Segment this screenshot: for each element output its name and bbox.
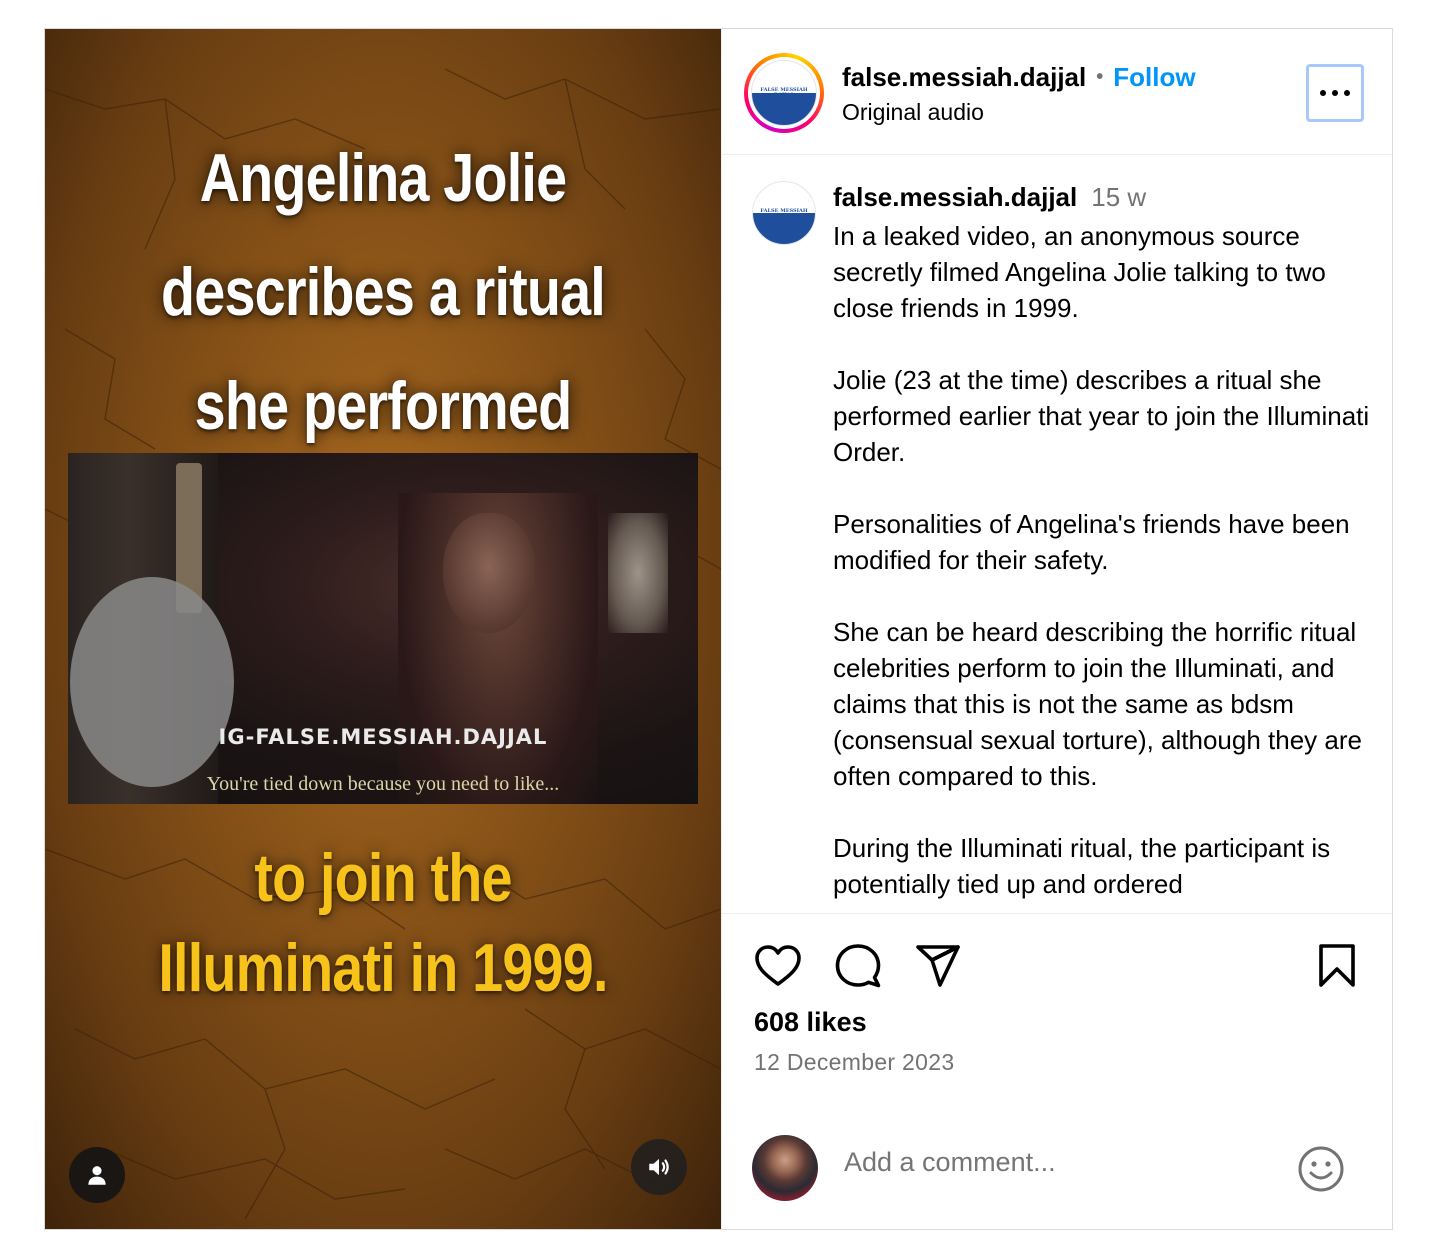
header-separator: • — [1096, 66, 1104, 88]
post-side-panel: FALSE MESSIAH DAJJAL false.messiah.dajja… — [721, 29, 1392, 1229]
header-user-line: false.messiah.dajjal • Follow — [842, 62, 1196, 93]
current-user-avatar — [752, 1135, 818, 1201]
tagged-users-button[interactable] — [69, 1147, 125, 1203]
add-comment-row — [722, 1129, 1392, 1209]
caption-paragraph: She can be heard describing the horrific… — [833, 617, 1362, 791]
emoji-button[interactable] — [1296, 1144, 1346, 1194]
blurred-face — [70, 577, 234, 787]
bookmark-icon — [1319, 944, 1355, 987]
caption-scroll-area[interactable]: FALSE MESSIAH DAJJAL false.messiah.dajja… — [722, 156, 1392, 912]
avatar-logo-text: FALSE MESSIAH DAJJAL — [760, 87, 808, 98]
caption-paragraph: Jolie (23 at the time) describes a ritua… — [833, 365, 1370, 467]
save-button[interactable] — [1311, 942, 1363, 990]
heart-icon — [755, 945, 801, 986]
caption-paragraph: Personalities of Angelina's friends have… — [833, 509, 1350, 575]
post-date[interactable]: 12 December 2023 — [754, 1049, 954, 1076]
caption-paragraph: In a leaked video, an anonymous source s… — [833, 221, 1326, 323]
send-icon — [916, 945, 960, 987]
clip-watermark: IG-FALSE.MESSIAH.DAJJAL — [218, 725, 548, 749]
more-horizontal-icon — [1320, 90, 1350, 96]
profile-avatar: FALSE MESSIAH DAJJAL — [751, 60, 817, 126]
sound-toggle-button[interactable] — [631, 1139, 687, 1195]
speaker-icon — [649, 1158, 669, 1176]
headline-line-3: she performed — [194, 368, 572, 444]
tagline-line-1: to join the — [254, 840, 512, 916]
user-icon — [88, 1166, 106, 1185]
caption-text: In a leaked video, an anonymous source s… — [833, 218, 1373, 912]
comment-icon — [835, 944, 881, 988]
story-ring-avatar[interactable]: FALSE MESSIAH DAJJAL — [744, 53, 824, 133]
reel-video[interactable]: Angelina Jolie describes a ritual she pe… — [45, 29, 721, 1229]
clip-subtitle: You're tied down because you need to lik… — [206, 773, 560, 795]
comment-input[interactable] — [844, 1147, 1264, 1178]
avatar-gap: FALSE MESSIAH DAJJAL — [748, 57, 820, 129]
caption-avatar[interactable]: FALSE MESSIAH DAJJAL — [752, 181, 816, 245]
headline-line-1: Angelina Jolie — [199, 140, 567, 216]
share-button[interactable] — [912, 942, 964, 990]
follow-button[interactable]: Follow — [1113, 62, 1195, 93]
emoji-icon — [1298, 1146, 1344, 1192]
post-container: Angelina Jolie describes a ritual she pe… — [44, 28, 1393, 1230]
headline-line-2: describes a ritual — [161, 254, 606, 330]
video-headline: Angelina Jolie describes a ritual she pe… — [106, 121, 660, 463]
embedded-video-clip: IG-FALSE.MESSIAH.DAJJAL You're tied down… — [68, 453, 698, 804]
original-audio-link[interactable]: Original audio — [842, 99, 984, 126]
caption-user-line: false.messiah.dajjal 15 w — [833, 182, 1146, 213]
header-username[interactable]: false.messiah.dajjal — [842, 62, 1086, 93]
clip-background-lamp — [608, 513, 668, 633]
video-tagline: to join the Illuminati in 1999. — [106, 833, 660, 1013]
caption-avatar-logo-text: FALSE MESSIAH DAJJAL — [760, 208, 808, 219]
caption-age[interactable]: 15 w — [1091, 182, 1146, 212]
like-button[interactable] — [752, 942, 804, 990]
clip-face — [443, 513, 535, 633]
tagline-line-2: Illuminati in 1999. — [158, 930, 608, 1006]
comment-button[interactable] — [832, 942, 884, 990]
caption-paragraph: During the Illuminati ritual, the partic… — [833, 833, 1331, 899]
like-count[interactable]: 608 likes — [754, 1007, 867, 1038]
post-header: FALSE MESSIAH DAJJAL false.messiah.dajja… — [722, 29, 1392, 155]
caption-username[interactable]: false.messiah.dajjal — [833, 182, 1077, 212]
more-options-button[interactable] — [1306, 64, 1364, 122]
